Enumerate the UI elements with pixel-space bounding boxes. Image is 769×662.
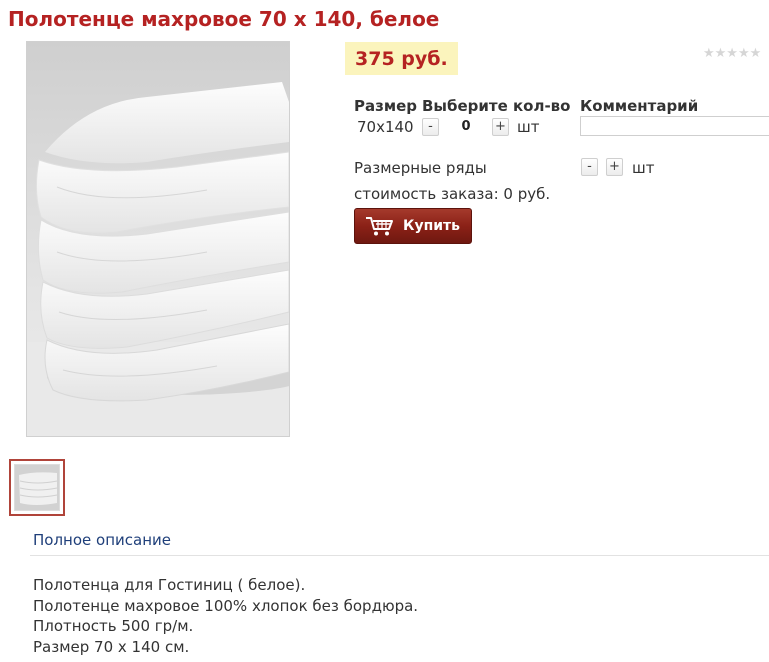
description-line: Размер 70 х 140 см.: [33, 637, 190, 656]
size-value: 70x140: [357, 118, 414, 136]
description-line: Полотенце махровое 100% хлопок без бордю…: [33, 596, 419, 615]
tab-full-description[interactable]: Полное описание: [33, 531, 171, 549]
column-header-size: Размер: [354, 97, 418, 115]
size-range-decrease-button[interactable]: -: [581, 158, 598, 176]
product-thumbnail[interactable]: [9, 459, 65, 516]
column-header-comment: Комментарий: [580, 97, 699, 115]
qty-value[interactable]: 0: [454, 119, 478, 134]
order-total: стоимость заказа: 0 руб.: [354, 185, 551, 203]
description-line: Полотенца для Гостиниц ( белое).: [33, 576, 306, 594]
column-header-qty: Выберите кол-во: [422, 97, 571, 115]
cart-icon: [365, 215, 395, 241]
product-description: Полотенца для Гостиниц ( белое). Полотен…: [33, 575, 418, 657]
qty-unit: шт: [517, 118, 540, 136]
thumbnail-image: [14, 464, 60, 511]
qty-decrease-button[interactable]: -: [422, 118, 439, 136]
buy-button-label: Купить: [403, 218, 461, 234]
size-range-increase-button[interactable]: +: [606, 158, 623, 176]
price-tag: 375 руб.: [345, 42, 458, 75]
towel-stack-illustration: [27, 82, 289, 436]
divider: [30, 555, 769, 556]
size-range-unit: шт: [632, 159, 655, 177]
description-line: Плотность 500 гр/м.: [33, 617, 194, 635]
rating-stars-icon[interactable]: ★★★★★: [703, 46, 761, 61]
product-main-image[interactable]: [26, 41, 290, 437]
comment-input[interactable]: [580, 116, 769, 136]
product-title: Полотенце махровое 70 х 140, белое: [8, 7, 440, 31]
qty-increase-button[interactable]: +: [492, 118, 509, 136]
buy-button[interactable]: Купить: [354, 208, 472, 244]
size-range-label: Размерные ряды: [354, 159, 487, 177]
